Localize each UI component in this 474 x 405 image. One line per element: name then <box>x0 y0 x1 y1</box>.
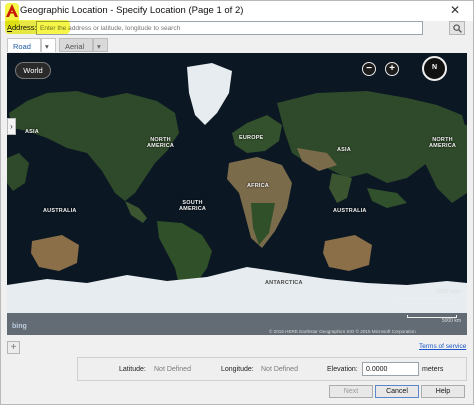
latitude-value: Not Defined <box>154 366 191 373</box>
latitude-label: Latitude: <box>119 366 146 373</box>
longitude-value: Not Defined <box>261 366 298 373</box>
world-button[interactable]: World <box>15 62 51 79</box>
next-button[interactable]: Next <box>329 385 373 398</box>
geographic-location-dialog: Geographic Location - Specify Location (… <box>0 0 474 405</box>
elevation-input[interactable] <box>362 362 419 376</box>
map-view[interactable]: ASIA NORTH AMERICA EUROPE ASIA NORTH AME… <box>7 53 467 335</box>
title-bar: Geographic Location - Specify Location (… <box>1 1 473 21</box>
map-copyright: © 2015 HERE Earthstar Geographics SIO © … <box>269 329 416 334</box>
map-label-australia-right: AUSTRALIA <box>333 208 367 214</box>
terms-of-service-link[interactable]: Terms of service <box>419 343 466 350</box>
scale-miles-label: 2500 miles <box>436 289 461 295</box>
tab-road[interactable]: Road <box>7 38 41 52</box>
map-label-australia-left: AUSTRALIA <box>43 208 77 214</box>
map-label-north-america-right: NORTH AMERICA <box>429 137 457 149</box>
scale-bar-km <box>407 315 457 318</box>
tab-aerial[interactable]: Aerial <box>59 38 93 52</box>
bing-logo: bing <box>12 323 27 330</box>
world-map-graphic <box>7 53 467 335</box>
zoom-in-button[interactable]: + <box>385 62 399 76</box>
compass-north-label: N <box>431 64 438 71</box>
close-button[interactable]: ✕ <box>448 3 462 17</box>
address-label: Address: <box>7 23 37 32</box>
add-button[interactable]: + <box>7 341 20 354</box>
scale-km-label: 5000 km <box>441 318 461 324</box>
map-label-south-america: SOUTH AMERICA <box>179 200 207 212</box>
window-title: Geographic Location - Specify Location (… <box>20 5 244 16</box>
elevation-unit: meters <box>422 366 444 373</box>
address-search-input[interactable] <box>36 21 423 35</box>
elevation-label: Elevation: <box>327 366 358 373</box>
map-label-north-america: NORTH AMERICA <box>147 137 175 149</box>
map-label-asia-left: ASIA <box>25 129 39 135</box>
aerial-dropdown-arrow[interactable]: ▾ <box>93 38 108 52</box>
search-button[interactable] <box>449 21 465 35</box>
map-label-asia-center: ASIA <box>337 147 351 153</box>
compass-control[interactable]: N <box>422 56 447 81</box>
cancel-button[interactable]: Cancel <box>375 385 419 398</box>
help-button[interactable]: Help <box>421 385 465 398</box>
side-panel-toggle[interactable]: › <box>7 118 16 135</box>
road-dropdown-arrow[interactable]: ▾ <box>41 38 56 52</box>
map-label-africa: AFRICA <box>247 183 269 189</box>
zoom-out-button[interactable]: − <box>362 62 376 76</box>
autocad-logo-icon <box>6 4 18 17</box>
longitude-label: Longitude: <box>221 366 254 373</box>
map-view-toolbar: Road ▾ Aerial ▾ <box>1 37 473 53</box>
address-row: Address: <box>1 21 473 37</box>
search-icon <box>452 24 462 33</box>
map-label-antarctica: ANTARCTICA <box>265 280 303 286</box>
scale-bar-miles <box>397 296 457 299</box>
map-label-europe: EUROPE <box>239 135 264 141</box>
